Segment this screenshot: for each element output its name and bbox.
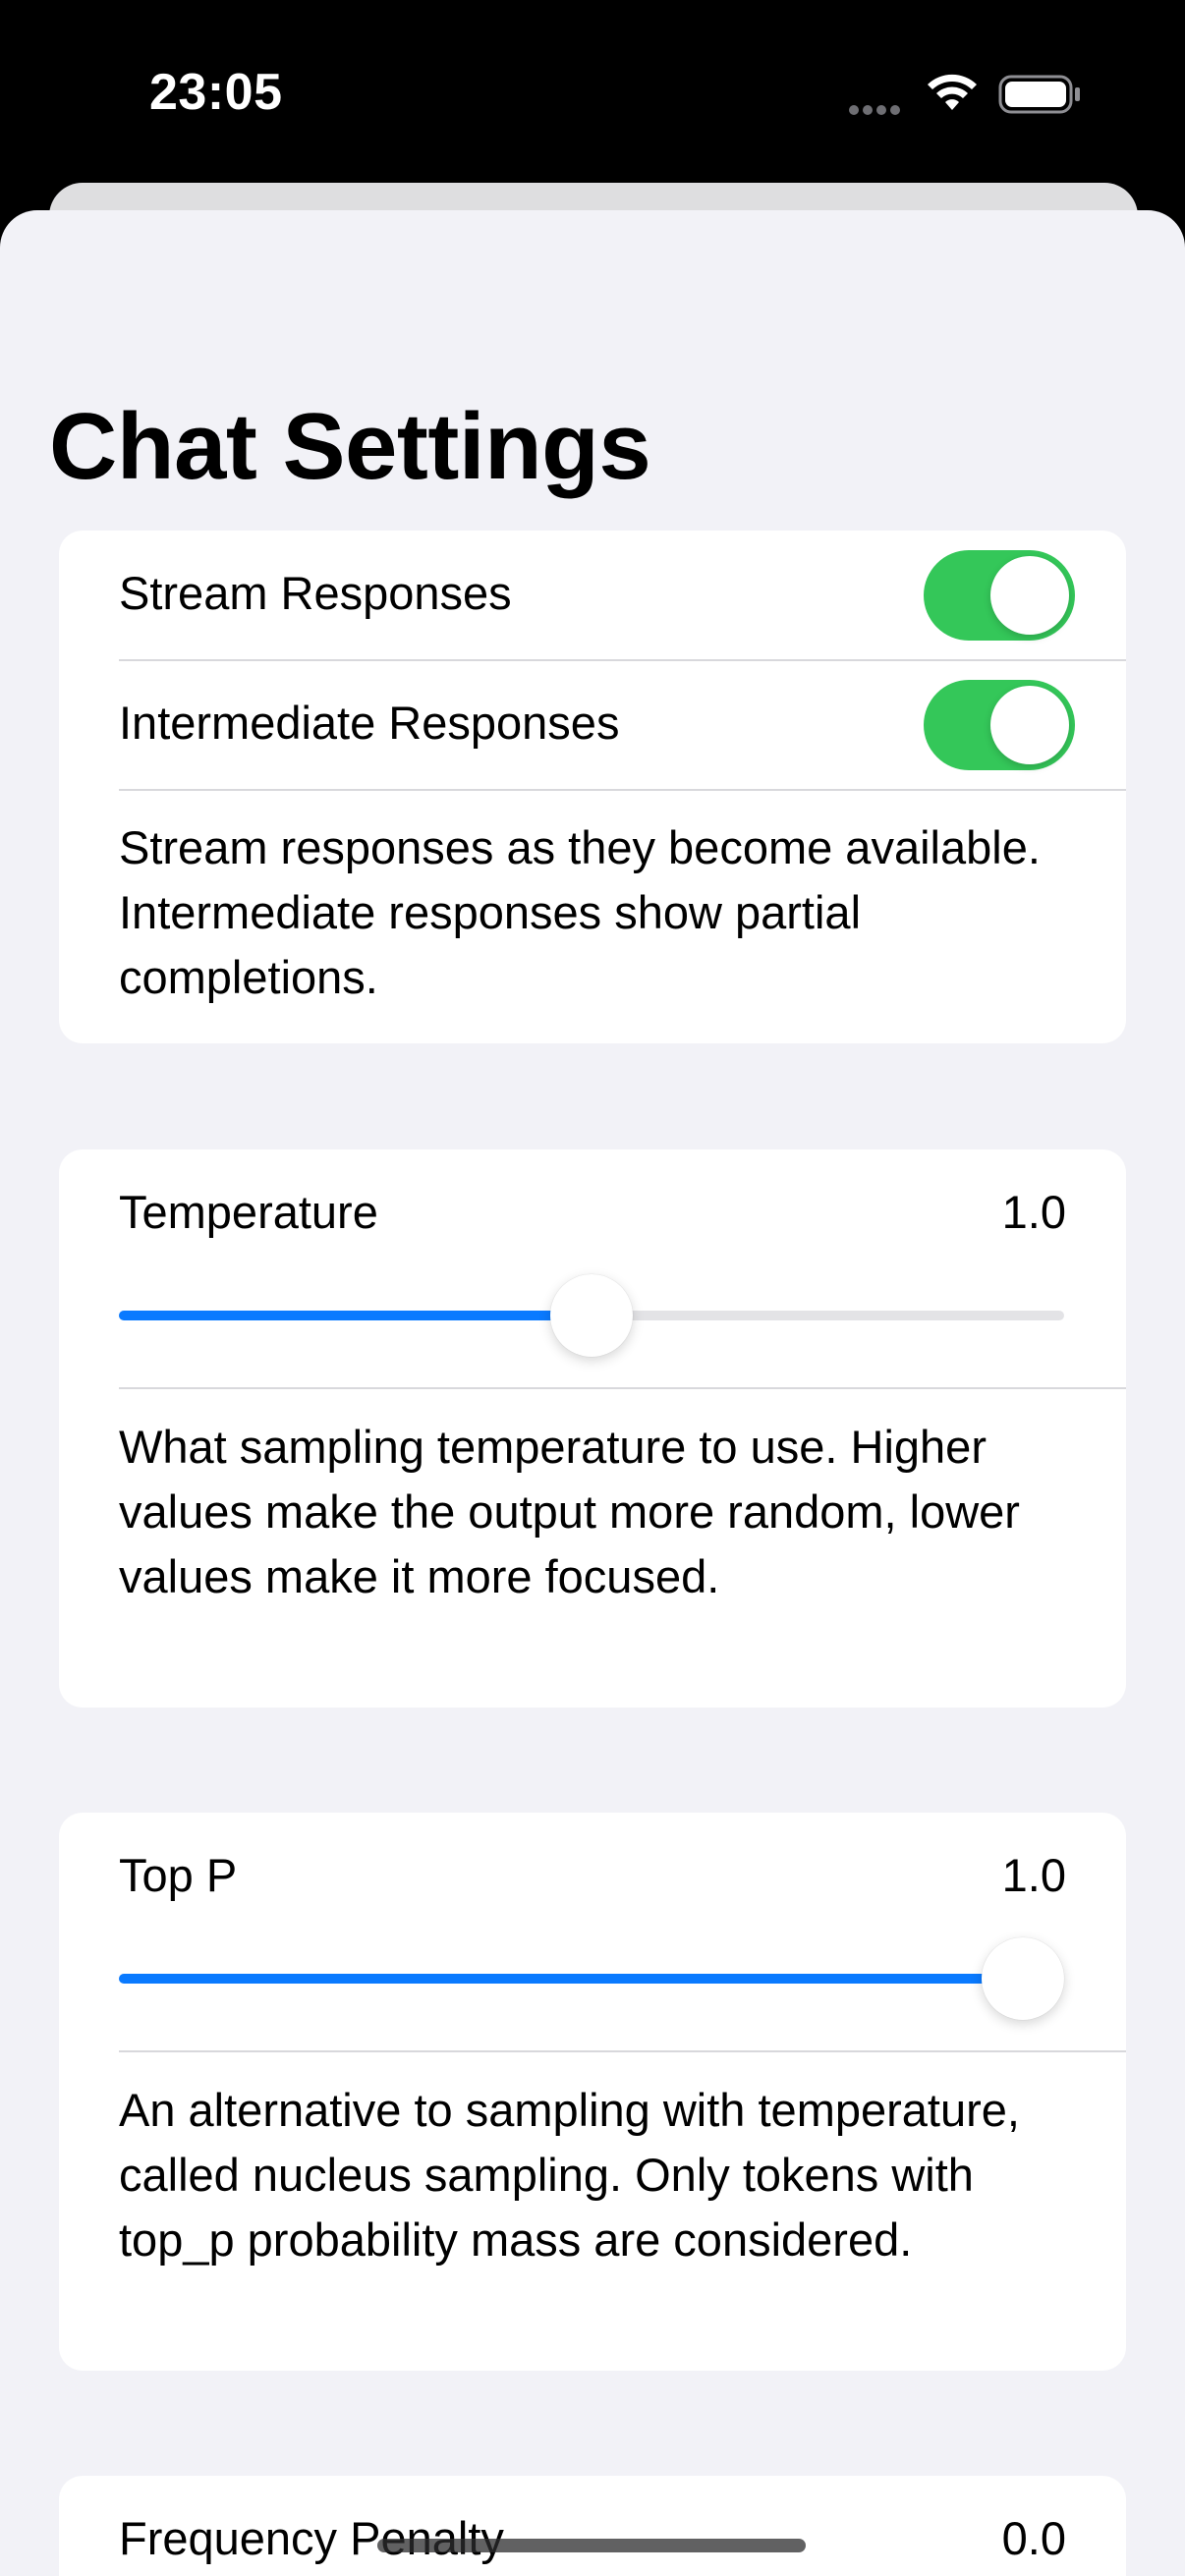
signal-dots-icon: [849, 102, 904, 120]
status-bar: 23:05: [0, 0, 1185, 187]
stream-responses-label: Stream Responses: [119, 567, 512, 619]
status-time: 23:05: [149, 64, 283, 121]
home-indicator[interactable]: [377, 2539, 806, 2552]
page-title: Chat Settings: [49, 394, 651, 499]
top-p-label: Top P: [119, 1849, 238, 1901]
wifi-icon: [928, 74, 977, 110]
temperature-slider[interactable]: [119, 1274, 1064, 1357]
top-p-value: 1.0: [1001, 1849, 1066, 1901]
top-p-slider[interactable]: [119, 1937, 1064, 2020]
streaming-footnote: Stream responses as they become availabl…: [119, 821, 1041, 1003]
top-p-footnote: An alternative to sampling with temperat…: [119, 2084, 1020, 2266]
temperature-card: Temperature 1.0 What sampling temperatur…: [59, 1149, 1126, 1708]
frequency-penalty-card: Frequency Penalty 0.0: [59, 2476, 1126, 2576]
temperature-label: Temperature: [119, 1186, 378, 1238]
slider-fill: [119, 1974, 1023, 1984]
divider: [119, 2050, 1126, 2052]
streaming-card: Stream Responses Intermediate Responses …: [59, 531, 1126, 1043]
divider: [119, 1387, 1126, 1389]
intermediate-responses-toggle[interactable]: [924, 680, 1075, 770]
divider: [119, 789, 1126, 791]
top-p-slider-thumb[interactable]: [982, 1937, 1064, 2020]
temperature-footnote: What sampling temperature to use. Higher…: [119, 1421, 1020, 1602]
frequency-penalty-value: 0.0: [1001, 2512, 1066, 2564]
toggle-knob: [990, 556, 1069, 635]
battery-icon: [998, 75, 1080, 114]
intermediate-responses-label: Intermediate Responses: [119, 697, 620, 749]
divider: [119, 659, 1126, 661]
settings-screen: 23:05 Chat Settings Stream Responses Int…: [0, 0, 1185, 2576]
slider-fill: [119, 1311, 592, 1320]
top-p-card: Top P 1.0 An alternative to sampling wit…: [59, 1813, 1126, 2371]
stream-responses-toggle[interactable]: [924, 550, 1075, 641]
toggle-knob: [990, 686, 1069, 764]
temperature-slider-thumb[interactable]: [550, 1274, 633, 1357]
temperature-value: 1.0: [1001, 1186, 1066, 1238]
